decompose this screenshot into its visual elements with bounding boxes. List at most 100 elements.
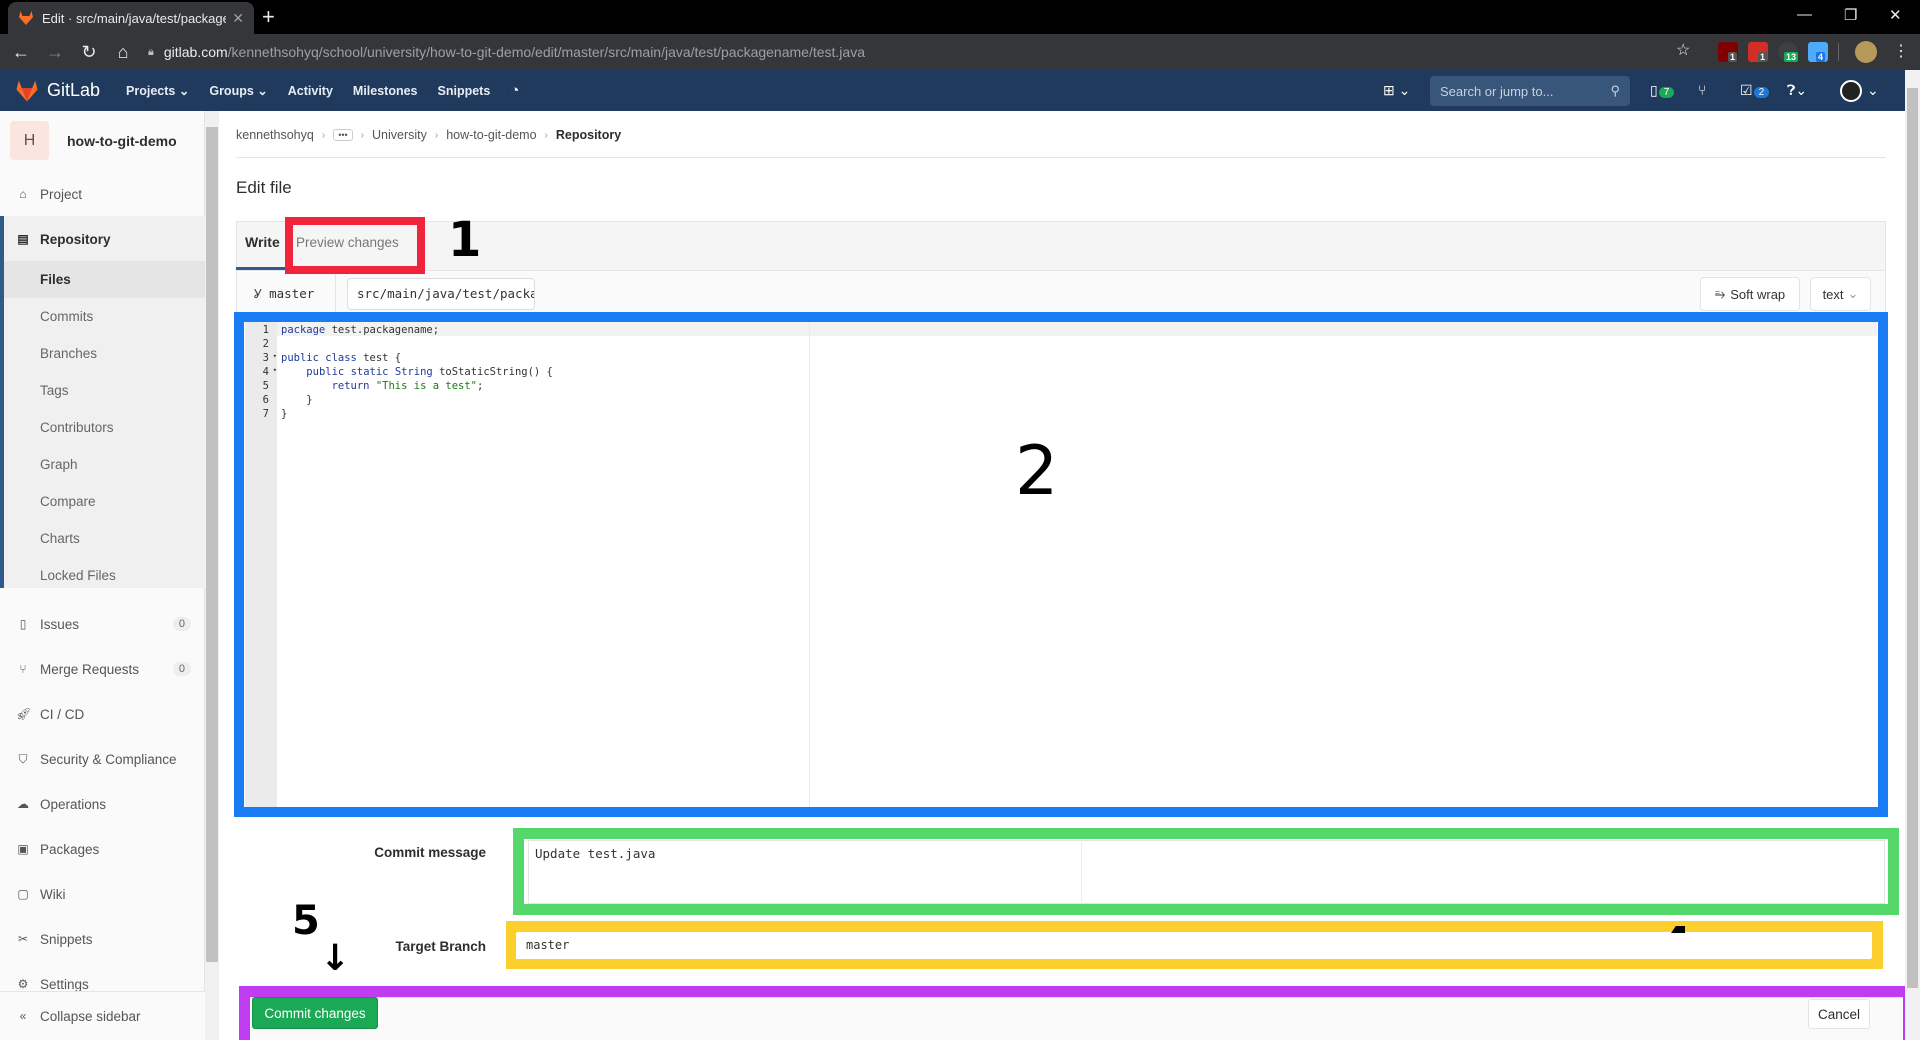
- sidebar-item-issues[interactable]: ▯ Issues 0: [0, 604, 205, 644]
- scissors-icon: ✂: [17, 932, 29, 946]
- help-icon[interactable]: ❓︎⌄: [1787, 82, 1807, 99]
- sidebar-project-header[interactable]: H how-to-git-demo: [10, 121, 177, 160]
- sidebar-subitem-contributors[interactable]: Contributors: [0, 409, 205, 446]
- package-icon: ▣: [17, 842, 29, 856]
- page-title: Edit file: [236, 178, 292, 197]
- browser-menu-icon[interactable]: ⋮: [1893, 41, 1909, 61]
- sidebar-subitem-charts[interactable]: Charts: [0, 520, 205, 557]
- branch-label: Ỿ master: [254, 286, 315, 301]
- sidebar-scrollbar[interactable]: [205, 111, 219, 1040]
- commit-message-label: Commit message: [374, 845, 486, 860]
- breadcrumb-group[interactable]: University: [372, 128, 427, 142]
- browser-toolbar: ← → ↻ ⌂ 🔒︎ gitlab.com/kennethsohyq/schoo…: [0, 34, 1920, 70]
- search-input[interactable]: Search or jump to... ⚲: [1430, 76, 1630, 106]
- nav-milestones[interactable]: Milestones: [353, 84, 418, 98]
- gitlab-logo[interactable]: GitLab: [15, 80, 100, 102]
- breadcrumb-user[interactable]: kennethsohyq: [236, 128, 314, 142]
- sidebar-item-repository[interactable]: ▤ Repository: [0, 219, 205, 259]
- form-actions: [250, 997, 1905, 1040]
- soft-wrap-button[interactable]: ⥱ Soft wrap: [1700, 277, 1800, 311]
- user-menu-chevron-icon[interactable]: ⌄: [1867, 82, 1879, 99]
- brand-name: GitLab: [47, 80, 101, 100]
- todos-nav-icon[interactable]: ☑ 2: [1740, 82, 1770, 99]
- merge-request-icon: ⑂: [19, 662, 27, 676]
- annotation-mark-5: 5: [292, 898, 320, 944]
- lock-icon: 🔒︎: [148, 45, 154, 58]
- breadcrumb-expand-button[interactable]: •••: [333, 129, 353, 141]
- new-dropdown-icon[interactable]: ⊞ ⌄: [1383, 82, 1410, 99]
- annotation-box-actions-top: [239, 986, 1903, 997]
- annotation-box-editor: [234, 312, 1888, 817]
- breadcrumb-current[interactable]: Repository: [556, 128, 621, 142]
- divider: [335, 274, 336, 314]
- browser-tabstrip: Edit · src/main/java/test/packagename/te…: [0, 0, 1920, 34]
- page-scrollbar[interactable]: [1905, 70, 1920, 1040]
- sidebar-subitem-branches[interactable]: Branches: [0, 335, 205, 372]
- book-icon: ▢: [17, 887, 29, 901]
- profile-avatar[interactable]: [1855, 41, 1877, 63]
- mr-count-badge: 0: [172, 662, 191, 676]
- sidebar-item-project[interactable]: ⌂ Project: [0, 174, 205, 214]
- sidebar-subitem-files[interactable]: Files: [4, 261, 205, 298]
- tab-write[interactable]: Write: [245, 234, 280, 250]
- branch-icon: Ỿ: [254, 286, 262, 301]
- merge-requests-nav-icon[interactable]: ⑂: [1698, 82, 1706, 98]
- extension-icon[interactable]: 13: [1778, 42, 1799, 62]
- nav-projects[interactable]: Projects ⌄: [126, 83, 189, 98]
- annotation-mark-1: 1: [448, 212, 482, 268]
- search-placeholder: Search or jump to...: [1440, 83, 1554, 99]
- project-avatar: H: [10, 121, 49, 160]
- sidebar-item-wiki[interactable]: ▢ Wiki: [0, 874, 205, 914]
- minimize-icon[interactable]: —: [1797, 6, 1812, 23]
- nav-snippets[interactable]: Snippets: [438, 84, 491, 98]
- reload-icon[interactable]: ↻: [72, 42, 106, 63]
- divider: [236, 157, 1886, 158]
- gitlab-tanuki-icon: [16, 80, 38, 101]
- gear-icon: ⚙: [17, 977, 29, 991]
- commit-message-textarea[interactable]: Update test.java: [528, 840, 1885, 904]
- sidebar-item-operations[interactable]: ☁ Operations: [0, 784, 205, 824]
- sidebar-subitem-locked-files[interactable]: Locked Files: [0, 557, 205, 594]
- sidebar-subitem-commits[interactable]: Commits: [0, 298, 205, 335]
- ublock-icon[interactable]: 1: [1718, 42, 1738, 62]
- user-avatar[interactable]: [1840, 80, 1862, 102]
- chevron-down-icon: ⌄: [1847, 286, 1859, 301]
- sidebar-item-merge-requests[interactable]: ⑂ Merge Requests 0: [0, 649, 205, 689]
- sidebar-subitem-graph[interactable]: Graph: [0, 446, 205, 483]
- cloud-gear-icon: ☁: [17, 797, 29, 811]
- restore-icon[interactable]: ❐: [1844, 6, 1857, 24]
- forward-icon[interactable]: →: [38, 42, 72, 63]
- double-chevron-left-icon: «: [19, 1009, 27, 1023]
- sidebar-item-packages[interactable]: ▣ Packages: [0, 829, 205, 869]
- sidebar-subitem-tags[interactable]: Tags: [0, 372, 205, 409]
- close-window-icon[interactable]: ✕: [1889, 6, 1902, 24]
- back-icon[interactable]: ←: [4, 42, 38, 63]
- close-tab-icon[interactable]: ✕: [232, 10, 244, 27]
- sync-icon[interactable]: 4: [1808, 42, 1828, 62]
- cancel-button[interactable]: Cancel: [1808, 999, 1870, 1029]
- lastpass-icon[interactable]: 1: [1748, 42, 1768, 62]
- collapse-sidebar-button[interactable]: «Collapse sidebar: [0, 991, 205, 1040]
- sidebar-item-cicd[interactable]: 🚀︎ CI / CD: [0, 694, 205, 734]
- address-bar[interactable]: 🔒︎ gitlab.com/kennethsohyq/school/univer…: [148, 38, 1678, 66]
- file-path-input[interactable]: src/main/java/test/packagename/test.java: [347, 278, 535, 310]
- issues-nav-icon[interactable]: ▯ 7: [1650, 82, 1675, 99]
- issues-icon: ▯: [19, 617, 27, 631]
- divider: [1081, 840, 1082, 904]
- breadcrumb-project[interactable]: how-to-git-demo: [446, 128, 536, 142]
- new-tab-icon[interactable]: +: [262, 4, 275, 30]
- language-select[interactable]: text ⌄: [1810, 277, 1871, 311]
- target-branch-input[interactable]: master: [516, 933, 1871, 959]
- nav-activity[interactable]: Activity: [288, 84, 333, 98]
- sidebar-item-security[interactable]: ⛉ Security & Compliance: [0, 739, 205, 779]
- home-icon[interactable]: ⌂: [106, 42, 140, 63]
- browser-tab[interactable]: Edit · src/main/java/test/packagename/te…: [8, 2, 254, 34]
- bookmark-star-icon[interactable]: ☆: [1676, 40, 1690, 60]
- nav-groups[interactable]: Groups ⌄: [209, 83, 267, 98]
- sidebar-subitem-compare[interactable]: Compare: [0, 483, 205, 520]
- search-icon: ⚲: [1610, 83, 1620, 98]
- sidebar-item-snippets[interactable]: ✂ Snippets: [0, 919, 205, 959]
- dashboard-gauge-icon[interactable]: ◔: [510, 82, 519, 99]
- commit-changes-button[interactable]: Commit changes: [252, 997, 378, 1029]
- tab-title: Edit · src/main/java/test/packagename/te…: [42, 10, 227, 26]
